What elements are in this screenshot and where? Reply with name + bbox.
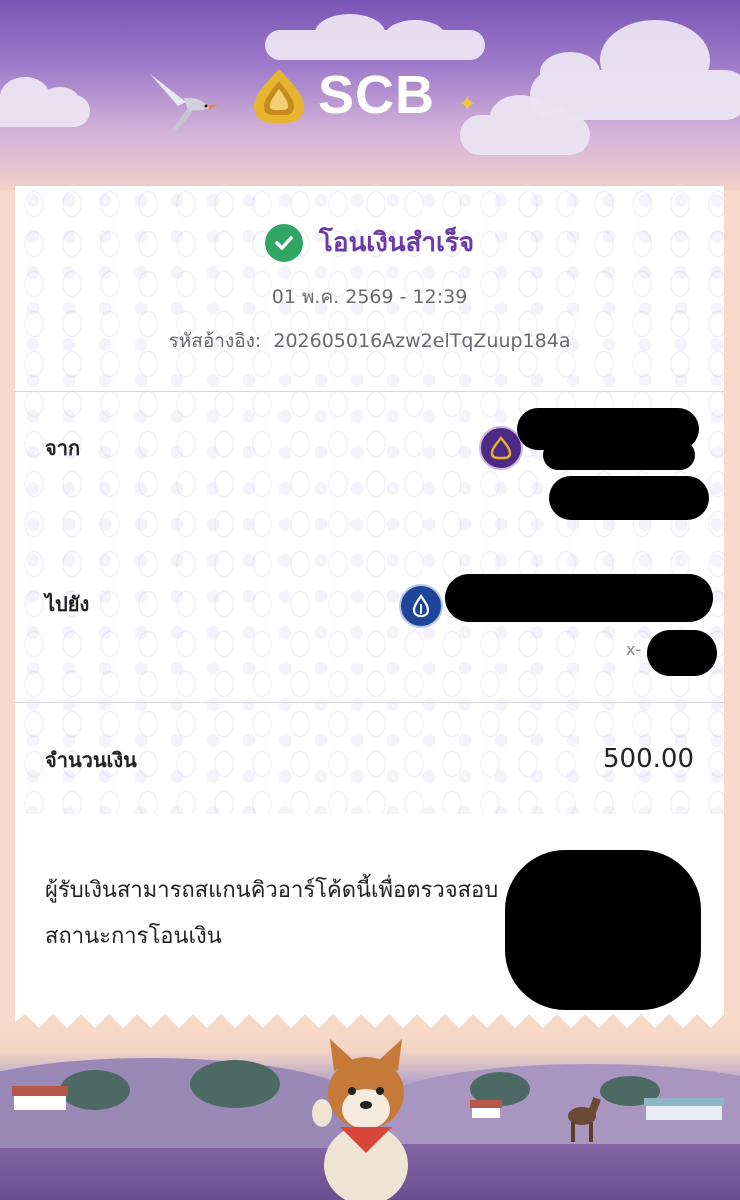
sparkle-icon: ✦	[458, 92, 477, 117]
qr-note-section: ผู้รับเงินสามารถสแกนคิวอาร์โค้ดนี้เพื่อต…	[15, 814, 724, 1012]
cloud-decoration	[460, 95, 590, 155]
receipt-card: โอนเงินสำเร็จ 01 พ.ค. 2569 - 12:39 รหัสอ…	[15, 186, 724, 1012]
check-circle-icon	[264, 223, 303, 262]
recipient-account-prefix: x-	[626, 640, 642, 659]
divider	[15, 702, 724, 703]
horse-illustration	[568, 1097, 601, 1142]
amount-value: 500.00	[603, 744, 694, 774]
status-text: โอนเงินสำเร็จ	[318, 228, 475, 258]
bird-icon	[150, 74, 218, 132]
reference-value: 202605016Azw2elTqZuup184a	[273, 330, 571, 352]
shiba-dog-illustration	[312, 1039, 408, 1200]
tree-decoration	[60, 1070, 130, 1110]
house-decoration	[646, 1106, 722, 1120]
tree-decoration	[190, 1060, 280, 1108]
roof-decoration	[12, 1086, 68, 1096]
cloud-decoration	[0, 77, 90, 127]
reference-row: รหัสอ้างอิง: 202605016Azw2elTqZuup184a	[15, 326, 724, 356]
roof-decoration	[470, 1100, 502, 1108]
transaction-datetime: 01 พ.ค. 2569 - 12:39	[271, 286, 468, 308]
redacted-recipient-name	[445, 574, 713, 622]
redacted-sender-name	[543, 440, 695, 470]
amount-label: จำนวนเงิน	[45, 748, 137, 772]
to-label: ไปยัง	[45, 592, 90, 616]
brand-name: SCB	[318, 65, 436, 125]
header-banner: SCB ✦	[0, 0, 740, 190]
redacted-qr-code	[505, 850, 701, 1010]
from-label: จาก	[45, 436, 81, 460]
house-decoration	[14, 1094, 66, 1110]
redacted-recipient-account	[647, 630, 717, 676]
scb-logo: SCB ✦	[250, 62, 476, 128]
divider	[15, 391, 724, 392]
receipt-torn-edge	[15, 1010, 724, 1028]
qr-note-text: ผู้รับเงินสามารถสแกนคิวอาร์โค้ดนี้เพื่อต…	[45, 878, 499, 949]
cloud-decoration	[265, 14, 485, 60]
bbl-bank-icon	[399, 584, 443, 628]
reference-label: รหัสอ้างอิง:	[168, 330, 262, 352]
redacted-sender-account	[549, 476, 709, 520]
roof-decoration	[644, 1098, 724, 1106]
scb-logo-icon	[254, 69, 304, 123]
status-row: โอนเงินสำเร็จ	[15, 222, 724, 263]
